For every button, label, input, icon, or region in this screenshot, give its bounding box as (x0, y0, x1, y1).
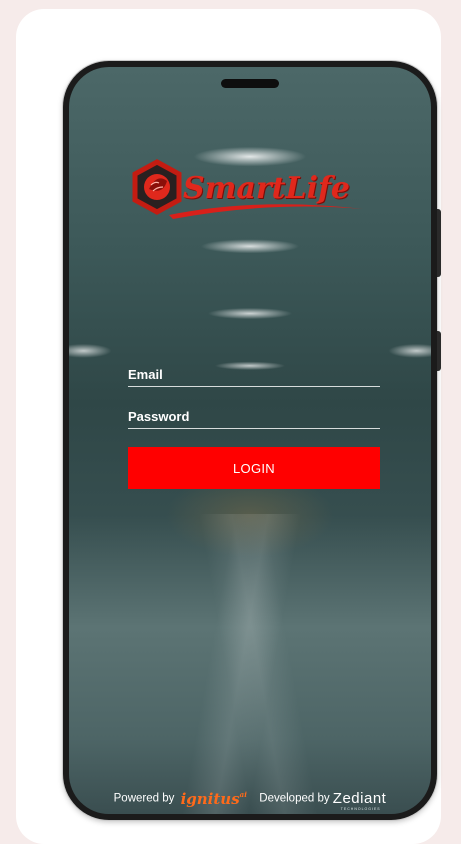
developed-by-label: Developed by (259, 792, 330, 805)
email-input[interactable] (128, 367, 384, 388)
email-field[interactable]: Email (128, 367, 384, 388)
password-field[interactable]: Password (128, 409, 384, 430)
phone-notch (221, 79, 279, 88)
password-input[interactable] (128, 409, 384, 430)
phone-side-button-lower (437, 331, 441, 371)
powered-by-label: Powered by (113, 792, 175, 805)
logo-swoosh (169, 204, 363, 219)
ignitus-logo[interactable]: ignitusai (180, 789, 247, 808)
zediant-logo[interactable]: Zediant TECHNOLOGIES (332, 790, 387, 811)
zediant-subtitle: TECHNOLOGIES (340, 807, 381, 811)
ignitus-wordmark: ignitus (180, 790, 240, 808)
phone-side-button-upper (437, 209, 441, 277)
ignitus-ai-mark: ai (239, 790, 247, 799)
login-button[interactable]: LOGIN (128, 447, 380, 489)
app-screen: SmartLife Email Password LOGIN Powered b… (69, 67, 431, 814)
background-floor-reflection (69, 514, 431, 814)
page-card: SmartLife Email Password LOGIN Powered b… (16, 9, 441, 844)
footer-credits: Powered by ignitusai Developed by Zedian… (69, 789, 431, 811)
zediant-wordmark: Zediant (332, 790, 387, 807)
phone-frame: SmartLife Email Password LOGIN Powered b… (63, 61, 441, 820)
app-logo: SmartLife (129, 153, 369, 223)
